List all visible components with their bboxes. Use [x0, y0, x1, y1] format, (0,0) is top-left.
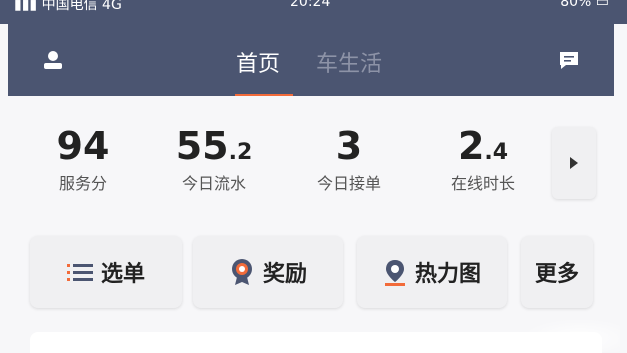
message-icon[interactable]	[558, 50, 580, 72]
stat-service-score[interactable]: 94 服务分	[23, 126, 143, 194]
watermark-glare	[520, 318, 620, 352]
button-label: 奖励	[262, 262, 307, 287]
stat-label: 今日流水	[181, 174, 246, 193]
tab-car-life[interactable]: 车生活	[316, 46, 382, 78]
battery-icon: ▭	[595, 0, 609, 10]
status-time: 20:24	[290, 0, 331, 10]
heatmap-button[interactable]: 热力图	[357, 236, 507, 308]
button-label: 选单	[100, 262, 145, 287]
stat-today-income[interactable]: 55.2 今日流水	[154, 126, 274, 194]
stat-label: 今日接单	[316, 174, 381, 193]
carrier-name: 中国电信	[41, 0, 98, 13]
stat-label: 在线时长	[450, 174, 515, 193]
top-nav-bar: 首页 车生活	[8, 24, 614, 96]
stats-next-button[interactable]	[552, 127, 596, 199]
battery-percent: 80%	[560, 0, 592, 10]
status-bar: ▮▮▮ 中国电信 4G 20:24 80% ▭	[0, 0, 627, 24]
stat-today-orders[interactable]: 3 今日接单	[289, 126, 409, 194]
app-screen: ▮▮▮ 中国电信 4G 20:24 80% ▭ 首页 车生活 94 服务分 55…	[0, 0, 627, 353]
stat-label: 服务分	[58, 174, 107, 193]
list-icon	[66, 264, 93, 281]
more-button[interactable]: 更多	[521, 236, 593, 308]
stat-value: 2	[457, 124, 485, 168]
content-card	[30, 332, 602, 353]
award-icon	[231, 259, 252, 285]
network-type: 4G	[102, 0, 122, 13]
stats-panel: 94 服务分 55.2 今日流水 3 今日接单 2.4 在线时长	[8, 96, 614, 212]
stat-decimal: .2	[228, 140, 253, 165]
signal-icon: ▮▮▮	[14, 0, 38, 13]
rewards-button[interactable]: 奖励	[193, 236, 343, 308]
tab-home[interactable]: 首页	[236, 46, 280, 78]
user-icon[interactable]	[42, 50, 64, 72]
stat-online-hours[interactable]: 2.4 在线时长	[423, 126, 543, 194]
map-pin-icon	[384, 260, 405, 286]
button-label: 更多	[534, 262, 579, 287]
battery-info: 80% ▭	[560, 0, 609, 10]
quick-actions: 选单 奖励 热力图 更多	[8, 212, 614, 332]
select-order-button[interactable]: 选单	[30, 236, 182, 308]
stat-value: 3	[335, 124, 363, 168]
carrier-info: ▮▮▮ 中国电信 4G	[14, 0, 122, 14]
button-label: 热力图	[414, 262, 481, 287]
stat-value: 55	[175, 124, 229, 168]
stat-value: 94	[56, 124, 110, 168]
chevron-right-icon	[570, 157, 578, 169]
stat-decimal: .4	[484, 140, 509, 165]
